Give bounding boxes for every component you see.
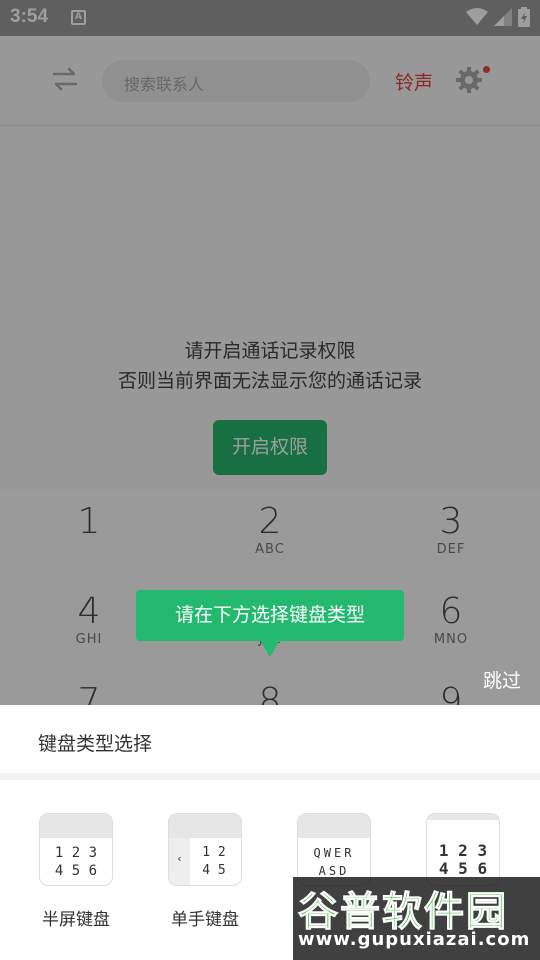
keyboard-option-label: 半屏键盘 <box>42 910 110 930</box>
sheet-title: 键盘类型选择 <box>38 733 153 755</box>
keypad-preview-row: 4 5 6 <box>54 863 98 879</box>
keypad-preview-row: 1 2 <box>202 845 226 860</box>
keypad-preview-row: 1 2 3 <box>438 841 488 860</box>
keypad-preview-row: 1 2 3 <box>54 845 98 861</box>
full-screen-keyboard-icon: 1 2 3 4 5 6 <box>426 813 500 886</box>
watermark-url: www.gupuxiazai.com <box>298 929 531 950</box>
site-watermark: 谷普软件园 www.gupuxiazai.com <box>293 877 540 960</box>
keypad-preview-row: 4 5 <box>202 863 226 878</box>
skip-button[interactable]: 跳过 <box>483 666 521 693</box>
one-hand-keyboard-icon: ‹ 1 2 4 5 <box>168 813 242 886</box>
keyboard-guide-tooltip: 请在下方选择键盘类型 <box>136 590 404 641</box>
half-screen-keyboard-icon: 1 2 3 4 5 6 <box>39 813 113 886</box>
keypad-preview-row: QWER <box>313 846 355 860</box>
keyboard-option-label: 单手键盘 <box>171 910 239 930</box>
qwerty-keyboard-icon: QWER ASD <box>297 813 371 886</box>
keypad-preview-row: 4 5 6 <box>438 859 488 878</box>
sheet-divider <box>0 773 540 780</box>
tooltip-pointer <box>260 640 280 657</box>
